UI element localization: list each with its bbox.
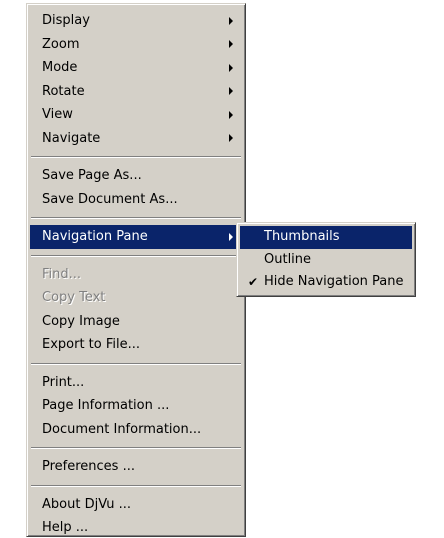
- menu-item-label: About DjVu ...: [42, 496, 131, 512]
- submenu-item-thumbnails[interactable]: Thumbnails: [240, 226, 412, 249]
- menu-item-label: Export to File...: [42, 337, 141, 352]
- menu-item-view[interactable]: View: [30, 103, 242, 127]
- menu-item-label: Page Information ...: [42, 398, 170, 413]
- menu-separator: [31, 447, 241, 449]
- menu-item-label: Save Page As...: [42, 168, 142, 183]
- menu-item-label: Zoom: [42, 36, 80, 52]
- menu-item-save-page-as[interactable]: Save Page As...: [30, 164, 242, 188]
- menu-item-display[interactable]: Display: [30, 9, 242, 33]
- menu-item-label: Preferences ...: [42, 459, 135, 474]
- menu-item-label: Copy Image: [42, 313, 120, 329]
- menu-item-label: Help ...: [42, 520, 89, 535]
- menu-item-label: Hide Navigation Pane: [264, 274, 404, 289]
- submenu-arrow-icon: [229, 40, 233, 49]
- menu-item-copy-image[interactable]: Copy Image: [30, 310, 242, 334]
- menu-separator: [31, 362, 241, 365]
- menu-item-navigate[interactable]: Navigate: [30, 127, 242, 151]
- menu-item-export-to-file[interactable]: Export to File...: [30, 333, 242, 357]
- menu-item-label: Copy Text: [42, 290, 106, 305]
- menu-item-label: Navigate: [42, 130, 101, 146]
- menu-item-rotate[interactable]: Rotate: [30, 80, 242, 104]
- menu-item-label: Save Document As...: [42, 191, 178, 207]
- menu-separator: [31, 217, 241, 219]
- menu-item-copy-text: Copy Text: [30, 286, 242, 310]
- menu-item-navigation-pane[interactable]: Navigation Pane: [30, 225, 242, 249]
- menu-item-page-information[interactable]: Page Information ...: [30, 394, 242, 418]
- menu-separator: [31, 484, 241, 487]
- menu-item-help[interactable]: Help ...: [30, 516, 242, 538]
- submenu-arrow-icon: [229, 232, 233, 241]
- menu-item-label: Document Information...: [42, 421, 202, 437]
- submenu-arrow-icon: [229, 63, 233, 72]
- submenu-arrow-icon: [229, 16, 233, 25]
- submenu-arrow-icon: [229, 110, 233, 119]
- menu-item-zoom[interactable]: Zoom: [30, 33, 242, 57]
- menu-item-label: Mode: [42, 60, 78, 75]
- submenu-item-outline[interactable]: Outline: [240, 249, 412, 272]
- menu-item-print[interactable]: Print...: [30, 371, 242, 395]
- submenu-item-hide-navigation-pane[interactable]: ✔ Hide Navigation Pane: [240, 271, 412, 294]
- menu-item-label: Outline: [264, 251, 312, 267]
- menu-item-label: Display: [42, 13, 90, 28]
- menu-item-label: Thumbnails: [264, 229, 340, 244]
- navigation-pane-submenu: Thumbnails Outline ✔ Hide Navigation Pan…: [236, 222, 416, 297]
- menu-item-label: Find...: [42, 266, 82, 282]
- menu-item-find: Find...: [30, 263, 242, 287]
- menu-item-label: Navigation Pane: [42, 229, 148, 244]
- menu-item-mode[interactable]: Mode: [30, 56, 242, 80]
- menu-item-document-information[interactable]: Document Information...: [30, 418, 242, 442]
- menu-item-label: Print...: [42, 374, 85, 390]
- menu-item-label: View: [42, 107, 73, 122]
- menu-item-about-djvu[interactable]: About DjVu ...: [30, 493, 242, 517]
- menu-separator: [31, 156, 241, 158]
- menu-item-label: Rotate: [42, 83, 85, 99]
- submenu-arrow-icon: [229, 134, 233, 143]
- menu-item-preferences[interactable]: Preferences ...: [30, 455, 242, 479]
- menu-separator: [31, 254, 241, 257]
- menu-item-save-document-as[interactable]: Save Document As...: [30, 188, 242, 212]
- context-menu: Display Zoom Mode Rotate View Navigate S…: [26, 3, 246, 537]
- checkmark-icon: ✔: [247, 275, 259, 289]
- submenu-arrow-icon: [229, 87, 233, 96]
